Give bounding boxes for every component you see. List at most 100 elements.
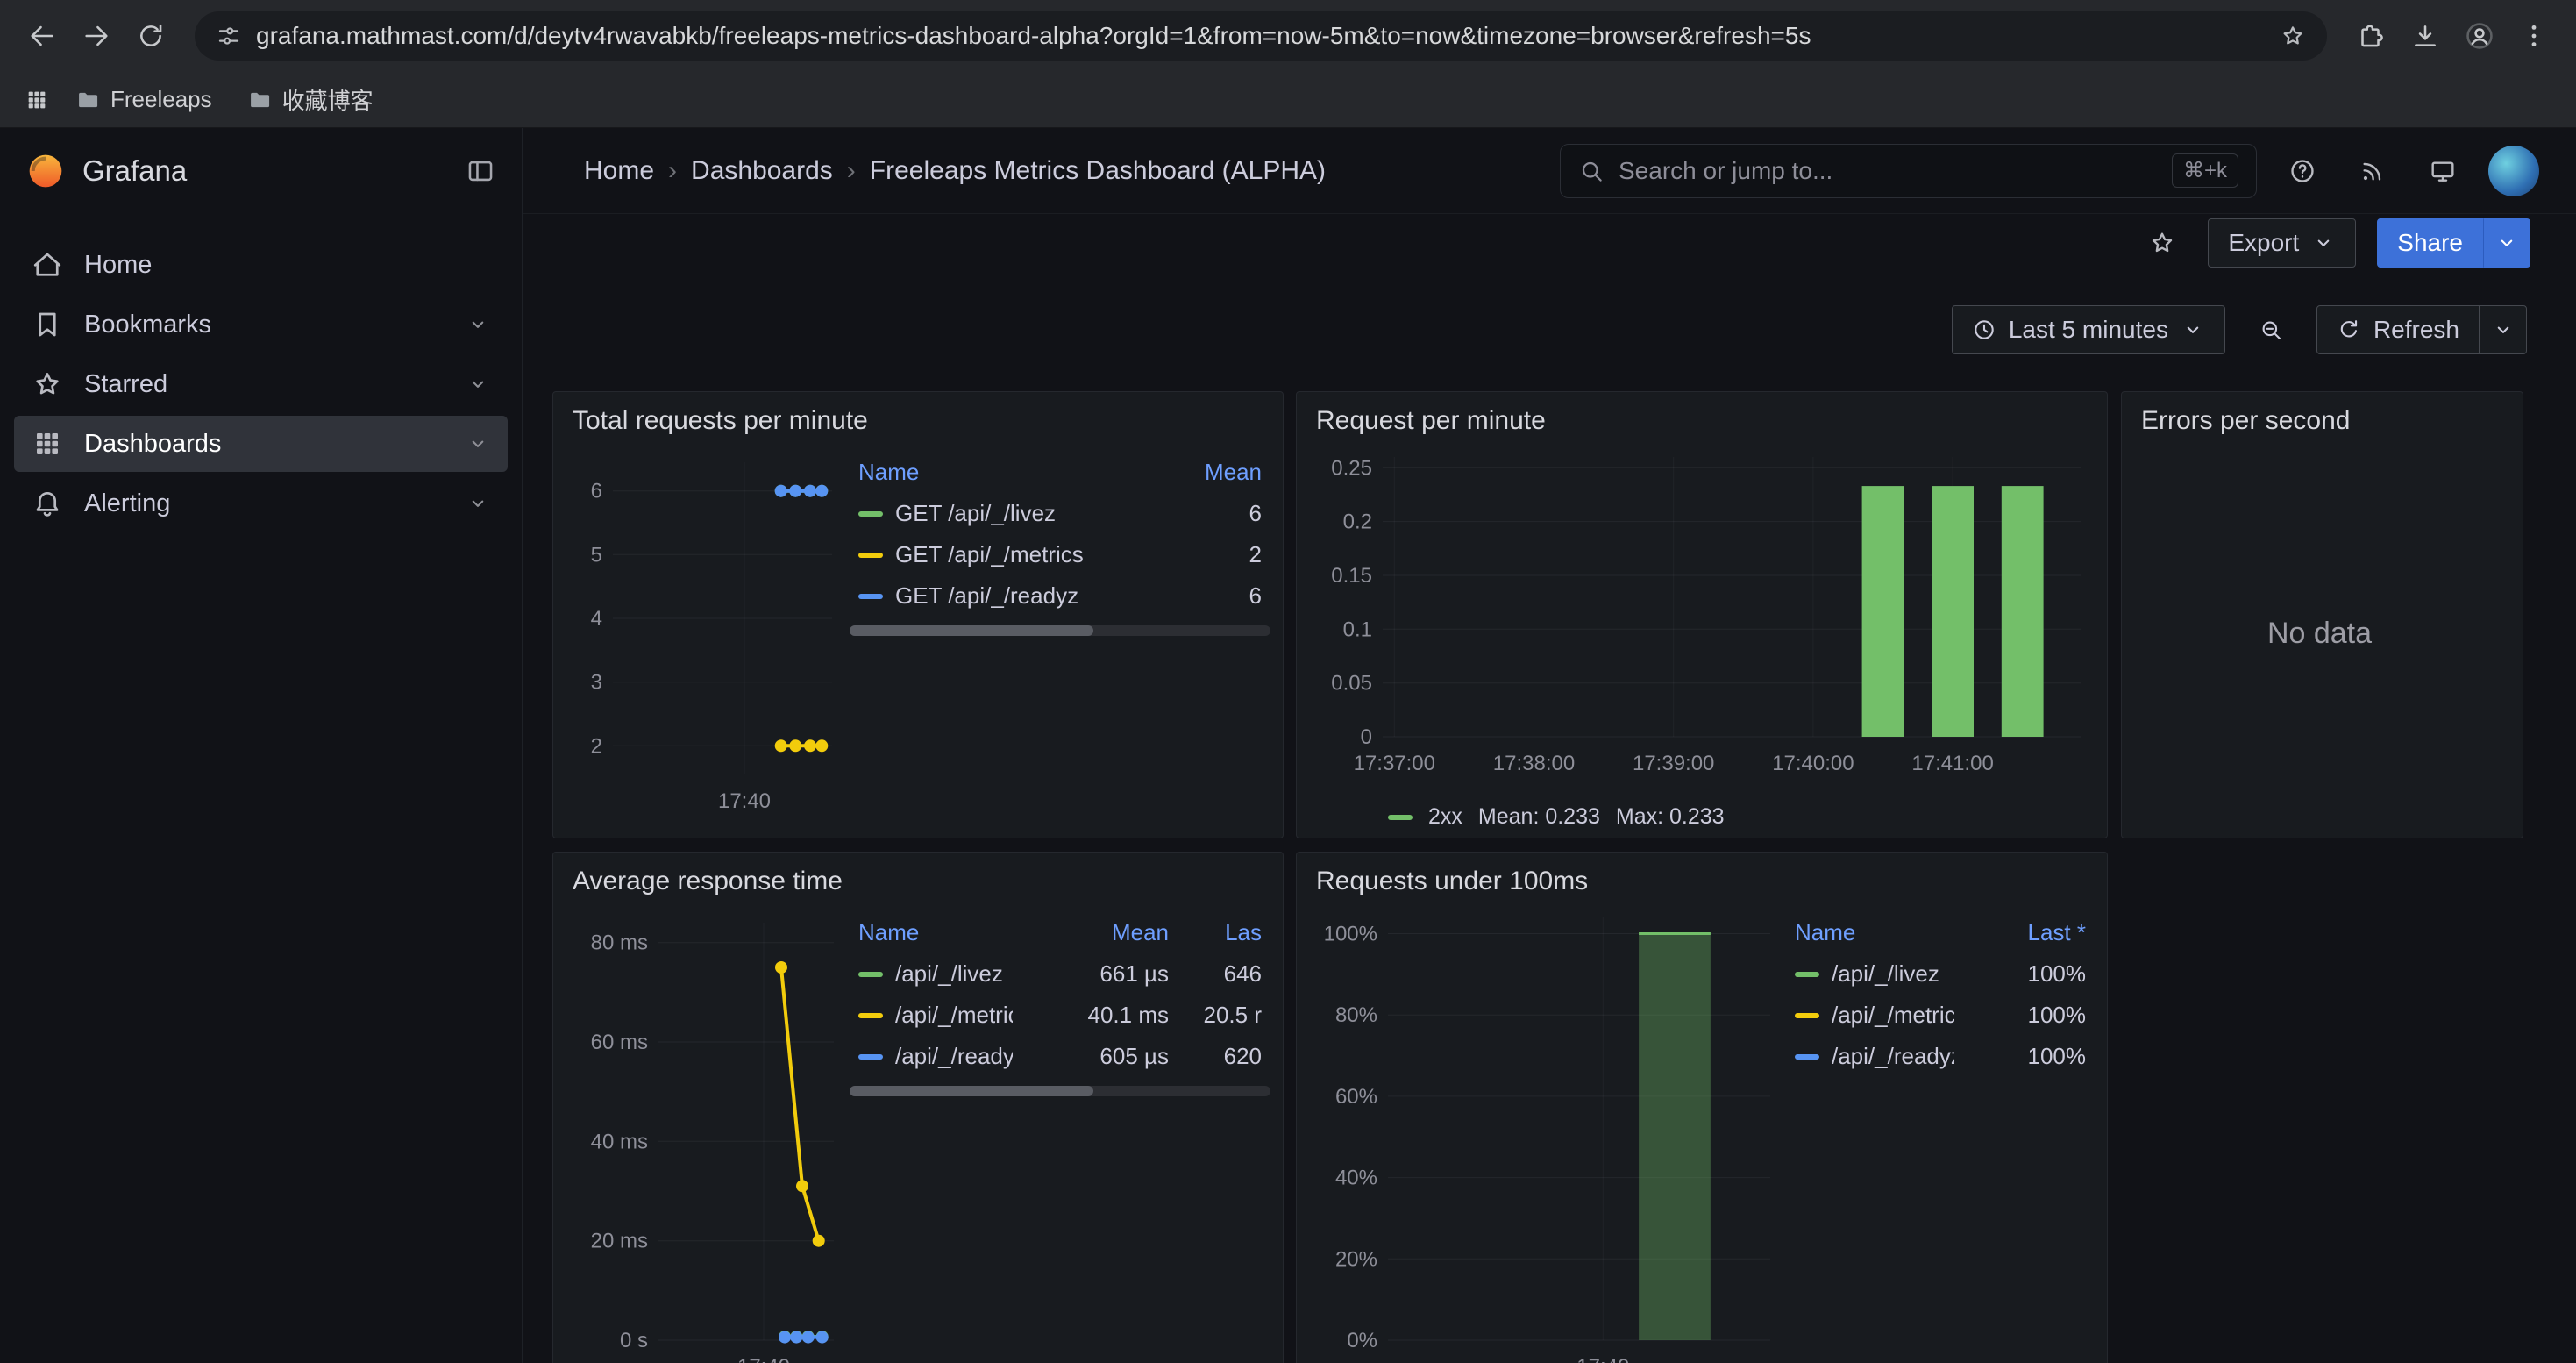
panel-header[interactable]: Request per minute — [1297, 392, 2107, 439]
legend-column-header[interactable]: Mean — [1139, 459, 1262, 486]
chart-average-response-time[interactable]: 80 ms60 ms40 ms20 ms0 s17:40 — [560, 900, 850, 1363]
reload-icon[interactable] — [126, 11, 175, 61]
legend-column-header[interactable]: Mean — [1021, 919, 1169, 946]
export-button[interactable]: Export — [2208, 218, 2356, 268]
legend-row[interactable]: /api/_/metrics 100% — [1786, 995, 2095, 1036]
refresh-button[interactable]: Refresh — [2316, 305, 2480, 354]
legend-row[interactable]: GET /api/_/livez6 — [850, 493, 1270, 534]
zoom-out-button[interactable] — [2239, 305, 2302, 354]
extensions-icon[interactable] — [2346, 11, 2395, 61]
bookmark-item[interactable]: Freeleaps — [75, 86, 212, 113]
panel-title[interactable]: Average response time — [573, 867, 1263, 896]
series-name[interactable]: /api/_/livez — [1832, 960, 1939, 988]
series-name[interactable]: /api/_/livez — [895, 960, 1003, 988]
search-input[interactable] — [1619, 157, 2158, 185]
legend-row[interactable]: /api/_/livez100% — [1786, 953, 2095, 995]
display-icon[interactable] — [2418, 146, 2467, 196]
grafana-logo[interactable] — [26, 152, 65, 190]
panel-title[interactable]: Errors per second — [2141, 406, 2503, 436]
legend-row[interactable]: /api/_/metrics40.1 ms20.5 r — [850, 995, 1270, 1036]
sidebar-item-alerting[interactable]: Alerting — [14, 475, 508, 532]
legend-row[interactable]: /api/_/readyz100% — [1786, 1036, 2095, 1077]
legend-scrollbar[interactable] — [850, 1086, 1270, 1096]
chevron-down-icon[interactable] — [466, 312, 490, 337]
share-button[interactable]: Share — [2377, 218, 2483, 268]
panel-title[interactable]: Request per minute — [1316, 406, 2088, 436]
legend-scrollbar[interactable] — [850, 625, 1270, 636]
chevron-down-icon[interactable] — [466, 491, 490, 516]
series-name[interactable]: /api/_/metrics — [1832, 1002, 1954, 1029]
legend-row[interactable]: GET /api/_/readyz6 — [850, 575, 1270, 617]
news-icon[interactable] — [2348, 146, 2397, 196]
chevron-down-icon[interactable] — [466, 372, 490, 396]
series-name[interactable]: /api/_/metrics — [895, 1002, 1013, 1029]
chart-svg[interactable]: 100%80%60%40%20%0%17:40 — [1304, 900, 1786, 1363]
browser-menu-icon[interactable] — [2509, 11, 2558, 61]
chart-total-requests[interactable]: 6543217:40 — [560, 439, 850, 827]
url-bar[interactable]: grafana.mathmast.com/d/deytv4rwavabkb/fr… — [195, 11, 2327, 61]
legend-column-header[interactable]: Name — [858, 919, 1013, 946]
legend-row[interactable]: /api/_/livez661 µs646 — [850, 953, 1270, 995]
legend-request-per-minute[interactable]: 2xx Mean: 0.233 Max: 0.233 — [1304, 797, 2095, 831]
time-range-button[interactable]: Last 5 minutes — [1952, 305, 2225, 354]
clock-icon — [1972, 318, 1996, 342]
series-name[interactable]: GET /api/_/livez — [895, 500, 1056, 527]
chart-requests-under-100ms[interactable]: 100%80%60%40%20%0%17:40 — [1304, 900, 1786, 1363]
panel-header[interactable]: Errors per second — [2122, 392, 2523, 439]
breadcrumb-item[interactable]: Dashboards — [691, 156, 833, 186]
breadcrumb-item[interactable]: Freeleaps Metrics Dashboard (ALPHA) — [870, 156, 1326, 186]
legend-column-header[interactable]: Las — [1178, 919, 1262, 946]
series-name[interactable]: /api/_/readyz — [895, 1043, 1013, 1070]
panel-title[interactable]: Requests under 100ms — [1316, 867, 2088, 896]
chart-svg[interactable]: 6543217:40 — [560, 439, 850, 827]
series-value: 100% — [1963, 1002, 2086, 1029]
panel-header[interactable]: Total requests per minute — [553, 392, 1283, 439]
time-range-label: Last 5 minutes — [2009, 316, 2168, 344]
sidebar-item-dashboards[interactable]: Dashboards — [14, 416, 508, 472]
panel-title[interactable]: Total requests per minute — [573, 406, 1263, 436]
panel-header[interactable]: Requests under 100ms — [1297, 853, 2107, 900]
apps-grid-icon[interactable] — [25, 88, 49, 112]
favorite-dashboard-icon[interactable] — [2138, 218, 2187, 268]
browser-profile-icon[interactable] — [2455, 11, 2504, 61]
user-avatar[interactable] — [2488, 146, 2539, 196]
series-name[interactable]: GET /api/_/readyz — [895, 582, 1078, 610]
legend-row[interactable]: GET /api/_/metrics2 — [850, 534, 1270, 575]
legend-column-header[interactable]: Name — [1795, 919, 1954, 946]
forward-icon[interactable] — [72, 11, 121, 61]
legend-row[interactable]: /api/_/readyz605 µs620 — [850, 1036, 1270, 1077]
sidebar-item-home[interactable]: Home — [14, 237, 508, 293]
downloads-icon[interactable] — [2401, 11, 2450, 61]
sidebar-item-starred[interactable]: Starred — [14, 356, 508, 412]
chart-svg[interactable]: 0.250.20.150.10.05017:37:0017:38:0017:39… — [1304, 439, 2095, 793]
help-icon[interactable] — [2278, 146, 2327, 196]
legend-column-header[interactable]: Last * — [1963, 919, 2086, 946]
legend-header: Name Mean Las — [850, 912, 1270, 953]
back-icon[interactable] — [18, 11, 67, 61]
no-data-message: No data — [2129, 439, 2510, 827]
legend-series-name[interactable]: 2xx — [1428, 804, 1462, 830]
sidebar-item-bookmarks[interactable]: Bookmarks — [14, 296, 508, 353]
url-text[interactable]: grafana.mathmast.com/d/deytv4rwavabkb/fr… — [256, 22, 2266, 50]
series-name[interactable]: GET /api/_/metrics — [895, 541, 1084, 568]
share-menu-button[interactable] — [2483, 218, 2530, 268]
series-name[interactable]: /api/_/readyz — [1832, 1043, 1954, 1070]
breadcrumb-item[interactable]: Home — [584, 156, 654, 186]
sidebar-toggle-icon[interactable] — [466, 156, 495, 186]
panel-total-requests: Total requests per minute 6543217:40 Nam… — [552, 391, 1284, 838]
bookmark-item[interactable]: 收藏博客 — [247, 83, 374, 116]
legend-column-header[interactable]: Name — [858, 459, 1130, 486]
svg-text:6: 6 — [591, 480, 602, 503]
chart-request-per-minute[interactable]: 0.250.20.150.10.05017:37:0017:38:0017:39… — [1304, 439, 2095, 797]
svg-text:20%: 20% — [1335, 1247, 1377, 1271]
search-bar[interactable]: ⌘+k — [1560, 144, 2257, 198]
site-info-icon[interactable] — [216, 23, 242, 49]
chart-svg[interactable]: 80 ms60 ms40 ms20 ms0 s17:40 — [560, 900, 850, 1363]
bookmark-star-icon[interactable] — [2280, 23, 2306, 49]
sidebar-item-label: Home — [84, 251, 152, 280]
legend-scrollbar-thumb[interactable] — [850, 625, 1093, 636]
chevron-down-icon[interactable] — [466, 432, 490, 456]
legend-scrollbar-thumb[interactable] — [850, 1086, 1093, 1096]
panel-header[interactable]: Average response time — [553, 853, 1283, 900]
refresh-interval-button[interactable] — [2480, 305, 2527, 354]
